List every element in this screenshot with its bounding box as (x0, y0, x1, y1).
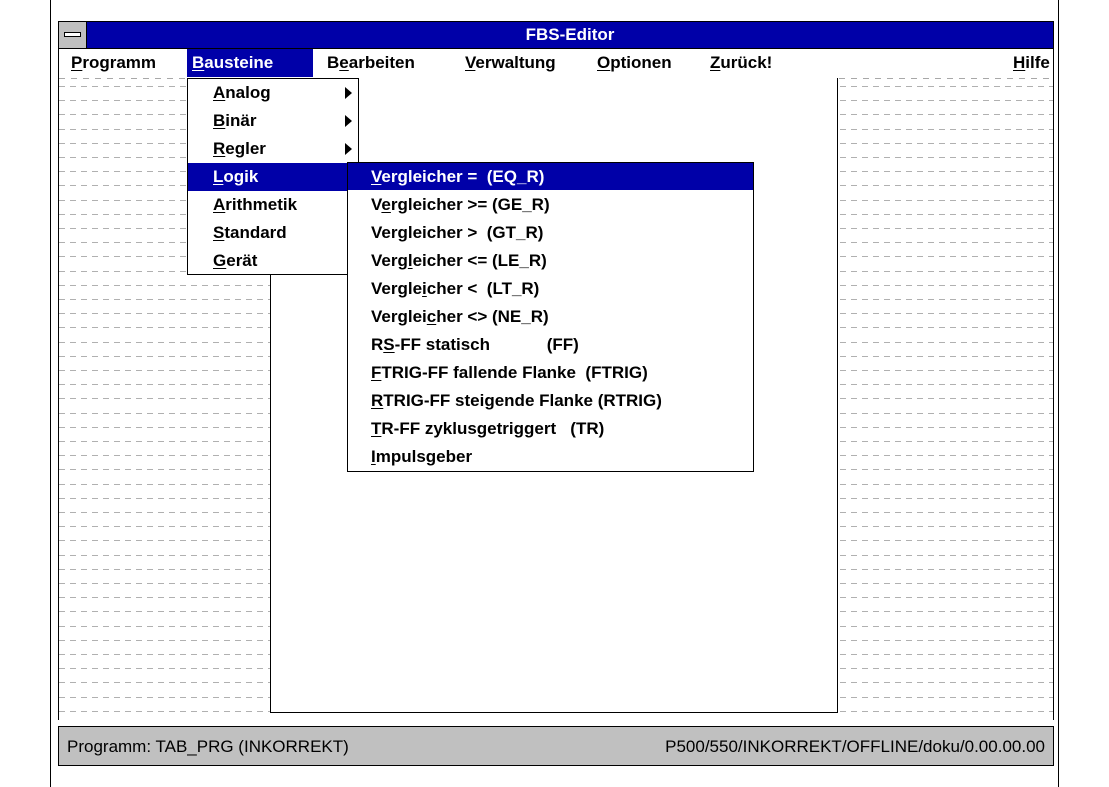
title-bar: FBS-Editor (58, 21, 1054, 49)
menu-item-logik[interactable]: Logik (188, 163, 358, 191)
menu-verwaltung[interactable]: Verwaltung (465, 49, 556, 77)
submenu-item-ge-r[interactable]: Vergleicher >= (GE_R) (348, 191, 753, 218)
menu-bearbeiten[interactable]: Bearbeiten (327, 49, 415, 77)
submenu-arrow-icon (345, 115, 352, 127)
submenu-arrow-icon (345, 143, 352, 155)
submenu-item-ftrig[interactable]: FTRIG-FF fallende Flanke (FTRIG) (348, 359, 753, 386)
bausteine-dropdown: Analog Binär Regler Logik Arithmetik Sta… (187, 78, 359, 275)
status-connection: P500/550/INKORREKT/OFFLINE/doku/0.00.00.… (665, 737, 1045, 756)
status-bar: Programm: TAB_PRG (INKORREKT) P500/550/I… (58, 726, 1054, 766)
menu-zurueck[interactable]: Zurück! (710, 49, 772, 77)
menu-item-arithmetik[interactable]: Arithmetik (188, 191, 358, 219)
menu-optionen[interactable]: Optionen (597, 49, 672, 77)
window-title: FBS-Editor (525, 25, 615, 44)
submenu-item-rs-ff[interactable]: RS-FF statisch (FF) (348, 331, 753, 358)
menu-programm[interactable]: Programm (67, 49, 185, 77)
submenu-item-rtrig[interactable]: RTRIG-FF steigende Flanke (RTRIG) (348, 387, 753, 414)
system-menu-button[interactable] (59, 22, 87, 48)
submenu-item-le-r[interactable]: Vergleicher <= (LE_R) (348, 247, 753, 274)
menu-item-standard[interactable]: Standard (188, 219, 358, 247)
menu-bausteine[interactable]: Bausteine (187, 49, 313, 77)
submenu-item-lt-r[interactable]: Vergleicher < (LT_R) (348, 275, 753, 302)
system-menu-icon (64, 32, 81, 37)
logik-submenu: Vergleicher = (EQ_R) Vergleicher >= (GE_… (347, 162, 754, 472)
status-program: Programm: TAB_PRG (INKORREKT) (67, 737, 349, 756)
submenu-item-impulsgeber[interactable]: Impulsgeber (348, 443, 753, 470)
submenu-item-eq-r[interactable]: Vergleicher = (EQ_R) (348, 163, 753, 190)
menu-item-geraet[interactable]: Gerät (188, 247, 358, 275)
menu-item-binaer[interactable]: Binär (188, 107, 358, 135)
submenu-item-tr-ff[interactable]: TR-FF zyklusgetriggert (TR) (348, 415, 753, 442)
submenu-arrow-icon (345, 87, 352, 99)
submenu-item-gt-r[interactable]: Vergleicher > (GT_R) (348, 219, 753, 246)
submenu-item-ne-r[interactable]: Vergleicher <> (NE_R) (348, 303, 753, 330)
menu-item-regler[interactable]: Regler (188, 135, 358, 163)
menu-hilfe[interactable]: Hilfe (1013, 49, 1050, 77)
menu-item-analog[interactable]: Analog (188, 79, 358, 107)
menu-bar: Programm Bausteine Bearbeiten Verwaltung… (58, 49, 1054, 78)
